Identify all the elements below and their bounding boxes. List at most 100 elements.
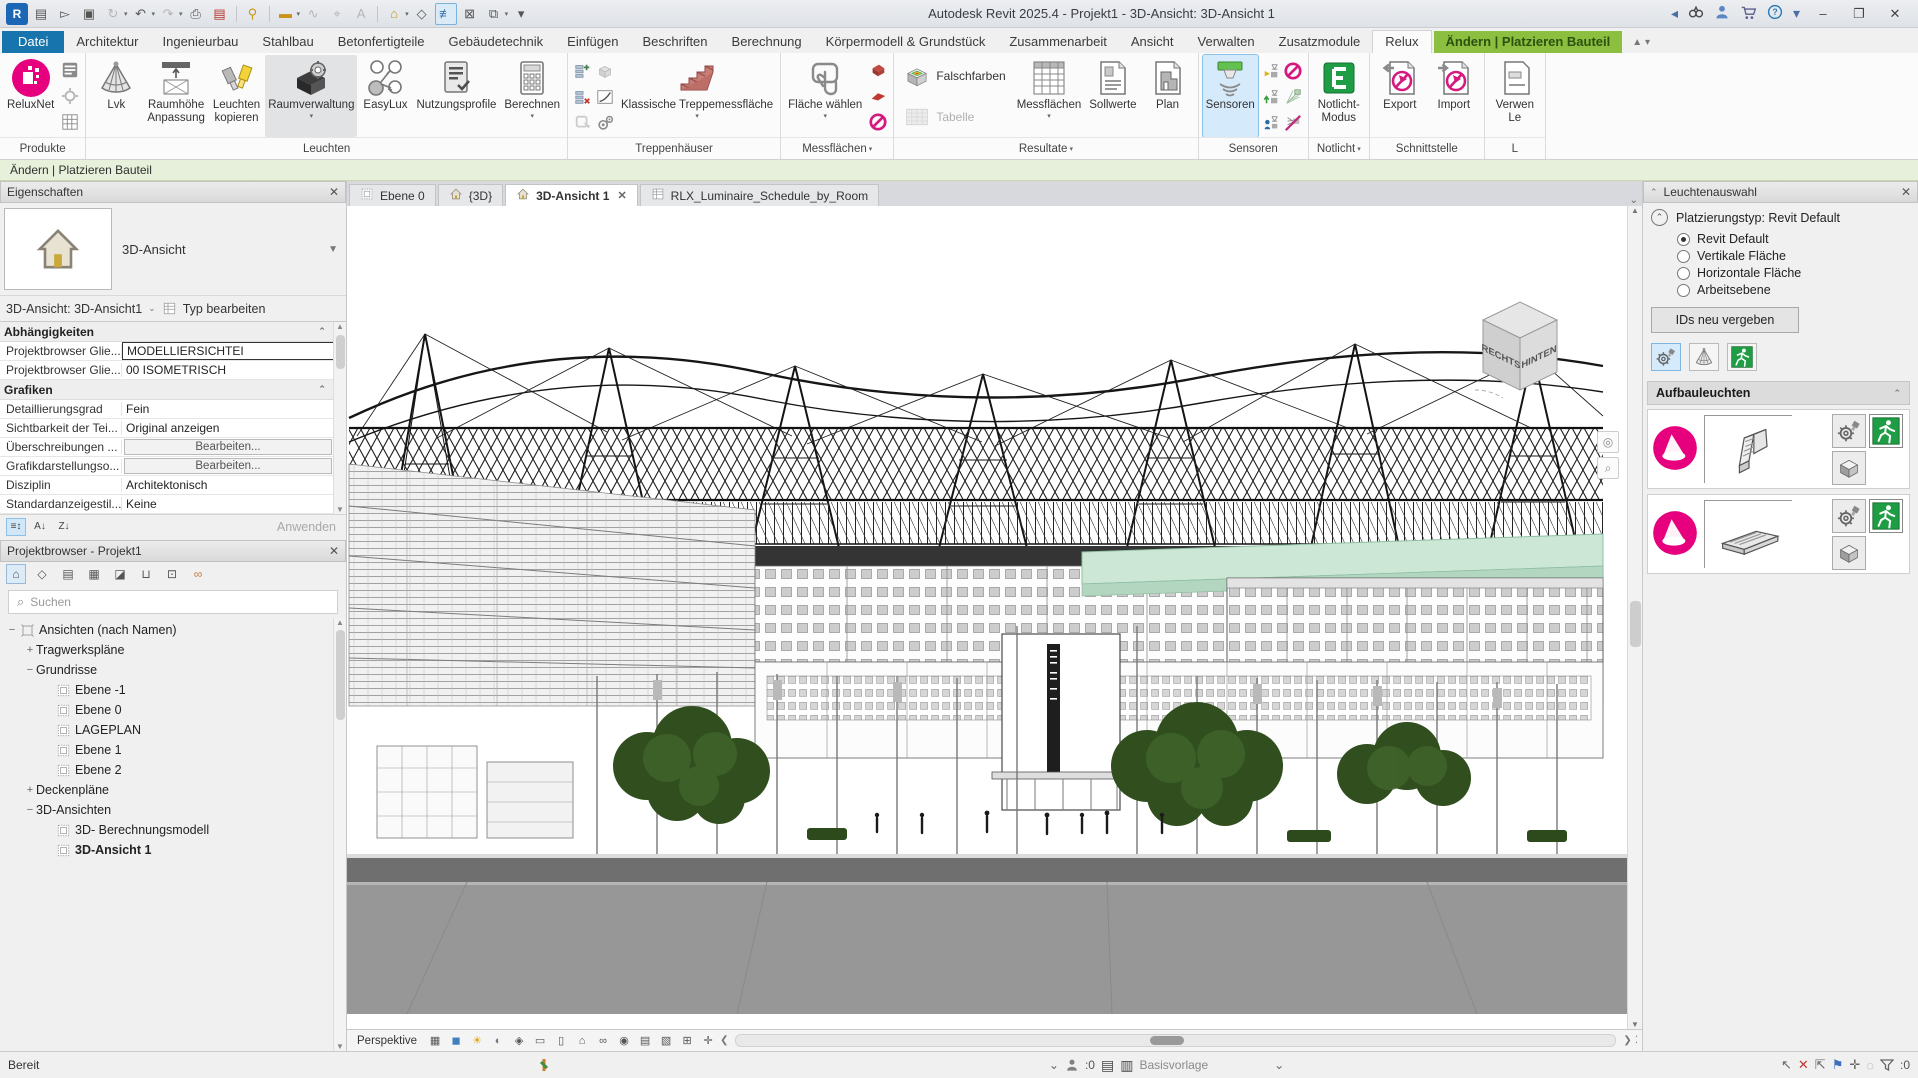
tree-item-ebene-1[interactable]: Ebene -1 bbox=[0, 680, 346, 700]
type-selector[interactable]: 3D-Ansicht: 3D-Ansicht1 ⌄ Typ bearbeiten bbox=[0, 295, 346, 321]
chevron-down-icon[interactable]: ▾ bbox=[152, 10, 156, 18]
plan-button[interactable]: Plan bbox=[1142, 55, 1194, 137]
editing-requests[interactable]: :0 bbox=[1065, 1058, 1095, 1072]
panel-label-sensoren[interactable]: Sensoren bbox=[1199, 137, 1308, 159]
property-value[interactable]: Keine bbox=[122, 497, 346, 511]
tab-architektur[interactable]: Architektur bbox=[64, 31, 150, 53]
select-underlay-icon[interactable]: ✕ bbox=[1798, 1057, 1809, 1073]
active-option-icon[interactable]: ▥ bbox=[1120, 1057, 1133, 1074]
delete-area-icon[interactable] bbox=[868, 112, 888, 132]
luminaire-card-1[interactable] bbox=[1647, 409, 1910, 489]
design-options-icon[interactable]: ▤ bbox=[1101, 1057, 1114, 1074]
placement-option-arbeitsebene[interactable]: Arbeitsebene bbox=[1677, 283, 1918, 297]
sort-za-icon[interactable]: Z↓ bbox=[54, 518, 74, 536]
chevron-down-icon[interactable]: ⌄ bbox=[1049, 1058, 1059, 1072]
chevron-down-icon[interactable]: ▾ bbox=[1357, 145, 1361, 153]
tab-geb-udetechnik[interactable]: Gebäudetechnik bbox=[436, 31, 555, 53]
view-tab-3d-ansicht-1[interactable]: 3D-Ansicht 1✕ bbox=[505, 184, 638, 206]
sort-az-icon[interactable]: A↓ bbox=[30, 518, 50, 536]
reveal-hidden-icon[interactable]: ∞ bbox=[594, 1032, 612, 1049]
placement-option-horizontale-fl-che[interactable]: Horizontale Fläche bbox=[1677, 266, 1918, 280]
minimize-button[interactable]: – bbox=[1810, 6, 1836, 21]
reassign-ids-button[interactable]: IDs neu vergeben bbox=[1651, 307, 1799, 333]
tree-item-ebene-2[interactable]: Ebene 2 bbox=[0, 760, 346, 780]
spot-luminaires-toggle[interactable] bbox=[1651, 343, 1681, 371]
steering-wheel-icon[interactable]: ◎ bbox=[1597, 431, 1619, 453]
import-button[interactable]: Import bbox=[1428, 55, 1480, 137]
browser-group-icon[interactable]: ⊡ bbox=[162, 564, 182, 584]
chevron-down-icon[interactable]: ▾ bbox=[823, 112, 827, 120]
perspective-scale-button[interactable]: Perspektive bbox=[357, 1035, 417, 1047]
scroll-right-icon[interactable]: ❯ bbox=[1623, 1035, 1631, 1046]
tab-betonfertigteile[interactable]: Betonfertigteile bbox=[326, 31, 437, 53]
sensoren-button[interactable]: Sensoren bbox=[1203, 55, 1258, 137]
tree-item-tragwerkspl-ne[interactable]: +Tragwerkspläne bbox=[0, 640, 346, 660]
browser-search-field[interactable]: ⌕ Suchen bbox=[8, 590, 338, 614]
edit-button[interactable]: Bearbeiten... bbox=[124, 458, 332, 474]
tab-stahlbau[interactable]: Stahlbau bbox=[250, 31, 325, 53]
tab-datei[interactable]: Datei bbox=[2, 31, 64, 53]
chevron-down-icon[interactable]: ▾ bbox=[530, 112, 534, 120]
marker-icon[interactable]: ◇ bbox=[411, 3, 433, 25]
tree-toggle-icon[interactable]: − bbox=[24, 804, 36, 816]
sync-icon[interactable]: ↻ bbox=[102, 3, 124, 25]
view-tab-ebene-0[interactable]: Ebene 0 bbox=[349, 184, 436, 206]
zoom-tool-icon[interactable]: ⌕ bbox=[1597, 457, 1619, 479]
tab--ndern-platzieren-bauteil[interactable]: Ändern | Platzieren Bauteil bbox=[1434, 31, 1623, 53]
switch-windows-icon[interactable]: ⧉ bbox=[483, 3, 505, 25]
tab-berechnung[interactable]: Berechnung bbox=[720, 31, 814, 53]
luminaire-3d-button[interactable] bbox=[1832, 536, 1866, 570]
type-preview[interactable]: 3D-Ansicht ▼ bbox=[0, 203, 346, 295]
tree-toggle-icon[interactable]: + bbox=[24, 644, 36, 656]
home-view-icon[interactable]: ⌂ bbox=[383, 3, 405, 25]
chevron-down-icon[interactable]: ▾ bbox=[179, 10, 183, 18]
temporary-view-icon[interactable]: ◉ bbox=[615, 1032, 633, 1049]
browser-sheet-icon[interactable]: ◪ bbox=[110, 564, 130, 584]
transfer-icon[interactable]: ▤ bbox=[209, 3, 231, 25]
scroll-left-icon[interactable]: ❮ bbox=[720, 1035, 728, 1046]
tree-item-3d-berechnungsmodell[interactable]: 3D- Berechnungsmodell bbox=[0, 820, 346, 840]
chevron-down-icon[interactable]: ▾ bbox=[869, 145, 873, 153]
apply-button[interactable]: Anwenden bbox=[277, 520, 340, 534]
placement-option-vertikale-fl-che[interactable]: Vertikale Fläche bbox=[1677, 249, 1918, 263]
profile-curve-icon[interactable] bbox=[595, 87, 615, 107]
stair-box-icon[interactable] bbox=[595, 61, 615, 81]
luminaire-settings-button[interactable] bbox=[1832, 499, 1866, 533]
print-icon[interactable]: ⎙ bbox=[185, 3, 207, 25]
radio-icon[interactable] bbox=[1677, 233, 1690, 246]
luminaire-panel-header[interactable]: ⌃ Leuchtenauswahl ✕ bbox=[1643, 181, 1918, 203]
radio-icon[interactable] bbox=[1677, 250, 1690, 263]
chevron-down-icon[interactable]: ▼ bbox=[328, 244, 338, 255]
ribbon-collapse-icon[interactable]: ▲ ▾ bbox=[1632, 37, 1650, 53]
panel-label-notlicht[interactable]: Notlicht▾ bbox=[1309, 137, 1369, 159]
analysis-display-icon[interactable]: ▧ bbox=[657, 1032, 675, 1049]
chevron-down-icon[interactable]: ▾ bbox=[695, 112, 699, 120]
panel-label-resultate[interactable]: Resultate▾ bbox=[894, 137, 1197, 159]
chevron-down-icon[interactable]: ▾ bbox=[124, 10, 128, 18]
canvas-vertical-scrollbar[interactable]: ▲ ▼ bbox=[1627, 206, 1642, 1029]
resize-grip-icon[interactable]: ⁚ bbox=[1635, 1035, 1638, 1046]
chevron-down-icon[interactable]: ▾ bbox=[405, 10, 409, 18]
qat-customize-icon[interactable]: ▾ bbox=[510, 3, 532, 25]
view-tab-menu-icon[interactable]: ⌄ bbox=[1630, 195, 1638, 206]
measure-icon[interactable]: ▬ bbox=[275, 3, 297, 25]
property-value[interactable]: Architektonisch bbox=[122, 478, 346, 492]
chevron-up-icon[interactable]: ⌃ bbox=[1650, 187, 1658, 198]
tree-toggle-icon[interactable]: − bbox=[6, 624, 18, 636]
tree-item-deckenpl-ne[interactable]: +Deckenpläne bbox=[0, 780, 346, 800]
tab-verwalten[interactable]: Verwalten bbox=[1186, 31, 1267, 53]
view-cube[interactable]: RECHTS HINTEN bbox=[1465, 294, 1575, 404]
worksets-icon[interactable] bbox=[536, 1057, 552, 1073]
properties-scrollbar[interactable]: ▲▼ bbox=[333, 322, 346, 514]
tab-einf-gen[interactable]: Einfügen bbox=[555, 31, 630, 53]
tab-ingenieurbau[interactable]: Ingenieurbau bbox=[151, 31, 251, 53]
select-links-icon[interactable]: ↖ bbox=[1781, 1057, 1792, 1073]
browser-home-icon[interactable]: ⌂ bbox=[6, 564, 26, 584]
drawing-canvas[interactable]: RECHTS HINTEN ◎ ⌕ bbox=[347, 206, 1627, 1029]
drag-on-selection-icon[interactable]: ✛ bbox=[1849, 1057, 1860, 1073]
browser-link-icon[interactable]: ∞ bbox=[188, 564, 208, 584]
stair-gears-icon[interactable] bbox=[595, 113, 615, 133]
model-display-icon[interactable]: ▦ bbox=[426, 1032, 444, 1049]
save-icon[interactable]: ▣ bbox=[78, 3, 100, 25]
tree-item-lageplan[interactable]: LAGEPLAN bbox=[0, 720, 346, 740]
